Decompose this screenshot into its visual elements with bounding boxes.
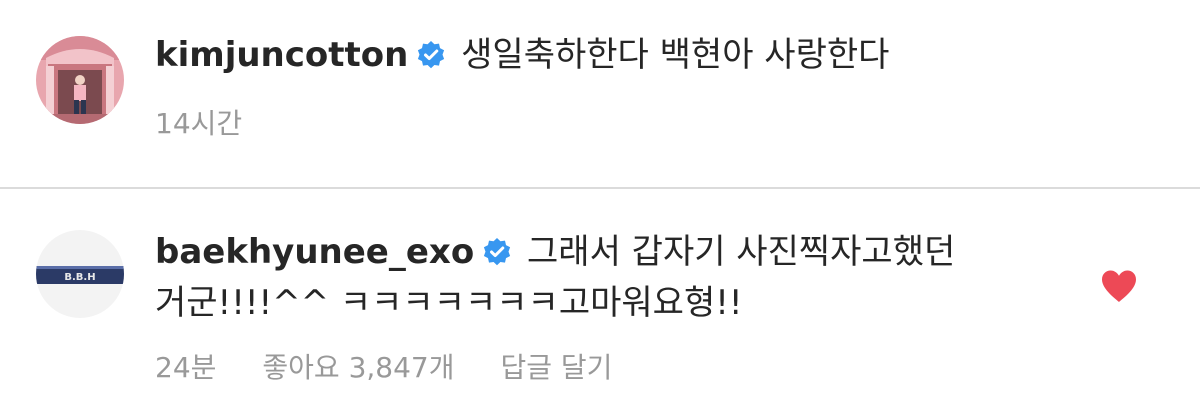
verified-badge-icon [482, 237, 512, 267]
comment-divider [0, 187, 1200, 189]
comment-timestamp: 14시간 [155, 107, 243, 140]
comment-text: 그래서 갑자기 사진찍자고했던 [527, 232, 956, 272]
comment-text-line: kimjuncotton 생일축하한다 백현아 사랑한다 [155, 31, 889, 79]
bbh-logo-icon: B.B.H [36, 230, 124, 318]
comment-meta: 24분 좋아요 3,847개 답글 달기 [155, 350, 658, 386]
comment-timestamp: 24분 [155, 351, 217, 384]
username-link[interactable]: baekhyunee_exo [155, 232, 474, 272]
comment-item: kimjuncotton 생일축하한다 백현아 사랑한다 14시간 [0, 0, 1200, 188]
comment-text: 생일축하한다 백현아 사랑한다 [461, 35, 890, 75]
avatar[interactable]: B.B.H [36, 230, 124, 318]
avatar[interactable] [36, 36, 124, 124]
like-heart-icon[interactable] [1100, 269, 1138, 303]
comment-meta: 14시간 [155, 106, 288, 142]
avatar-text: B.B.H [64, 272, 95, 283]
comment-text-line: baekhyunee_exo 그래서 갑자기 사진찍자고했던 [155, 228, 955, 276]
profile-photo-icon [36, 36, 124, 124]
reply-button[interactable]: 답글 달기 [501, 351, 613, 384]
likes-count-link[interactable]: 좋아요 3,847개 [262, 351, 454, 384]
comment-text: 거군!!!!^^ ㅋㅋㅋㅋㅋㅋㅋ고마워요형!! [155, 283, 743, 323]
verified-badge-icon [416, 40, 446, 70]
comment-text-line: 거군!!!!^^ ㅋㅋㅋㅋㅋㅋㅋ고마워요형!! [155, 279, 742, 327]
username-link[interactable]: kimjuncotton [155, 35, 408, 75]
